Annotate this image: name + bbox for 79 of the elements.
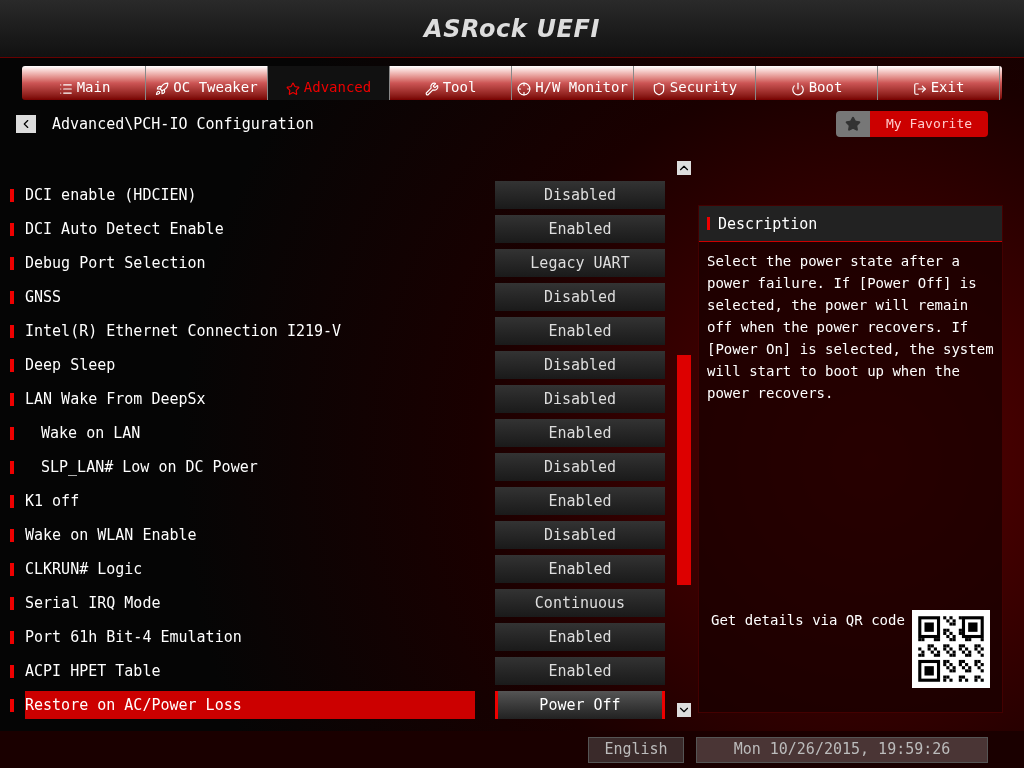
scrollbar[interactable] <box>677 161 693 718</box>
row-marker <box>10 426 14 440</box>
row-marker <box>10 324 14 338</box>
row-marker <box>10 562 14 576</box>
row-marker <box>10 596 14 610</box>
row-marker <box>707 217 710 231</box>
setting-label[interactable]: DCI enable (HDCIEN) <box>25 181 475 210</box>
setting-label[interactable]: K1 off <box>25 487 475 516</box>
row-marker <box>10 256 14 270</box>
setting-label[interactable]: Serial IRQ Mode <box>25 589 475 618</box>
setting-value[interactable]: Disabled <box>495 351 665 380</box>
setting-value[interactable]: Enabled <box>495 623 665 652</box>
setting-label[interactable]: Restore on AC/Power Loss <box>25 691 475 720</box>
row-marker <box>10 222 14 236</box>
scroll-down-icon[interactable] <box>677 703 691 718</box>
setting-label[interactable]: Wake on WLAN Enable <box>25 521 475 550</box>
favorite-star-button[interactable] <box>836 111 870 137</box>
row-marker <box>10 358 14 372</box>
crosshair-icon <box>517 82 532 96</box>
setting-value[interactable]: Disabled <box>495 283 665 312</box>
tab[interactable]: Exit <box>878 66 1000 100</box>
tab[interactable]: Advanced <box>268 66 390 100</box>
row-marker <box>10 698 14 712</box>
tab[interactable]: Tool <box>390 66 512 100</box>
setting-label[interactable]: DCI Auto Detect Enable <box>25 215 475 244</box>
list-icon <box>58 82 73 96</box>
setting-label[interactable]: ACPI HPET Table <box>25 657 475 686</box>
setting-value[interactable]: Continuous <box>495 589 665 618</box>
exit-door-icon <box>912 82 927 96</box>
shield-icon <box>651 82 666 96</box>
row-marker <box>10 188 14 202</box>
star-icon <box>285 82 300 96</box>
row-marker <box>10 460 14 474</box>
row-marker <box>10 528 14 542</box>
tab[interactable]: H/W Monitor <box>512 66 634 100</box>
setting-label[interactable]: CLKRUN# Logic <box>25 555 475 584</box>
tab[interactable]: Boot <box>756 66 878 100</box>
setting-label[interactable]: Port 61h Bit-4 Emulation <box>25 623 475 652</box>
star-icon <box>845 116 861 132</box>
setting-value[interactable]: Enabled <box>495 317 665 346</box>
setting-label[interactable]: GNSS <box>25 283 475 312</box>
setting-value[interactable]: Enabled <box>495 487 665 516</box>
row-marker <box>10 630 14 644</box>
setting-label[interactable]: LAN Wake From DeepSx <box>25 385 475 414</box>
row-marker <box>10 494 14 508</box>
logo: ASRock UEFI <box>424 13 600 45</box>
wrench-icon <box>424 82 439 96</box>
tab[interactable]: Security <box>634 66 756 100</box>
setting-value[interactable]: Enabled <box>495 657 665 686</box>
qr-label: Get details via QR code <box>711 611 905 631</box>
power-icon <box>790 82 805 96</box>
setting-label[interactable]: SLP_LAN# Low on DC Power <box>25 453 475 482</box>
row-marker <box>10 392 14 406</box>
description-title: Description <box>718 213 818 235</box>
setting-value[interactable]: Enabled <box>495 419 665 448</box>
description-text: Select the power state after a power failure. If [Power Off] is selected, the power will remain off when the power recovers. If [Power On] is selected, the system will start to boot up when the power recovers. <box>706 252 995 404</box>
setting-label[interactable]: Wake on LAN <box>25 419 475 448</box>
row-marker <box>10 290 14 304</box>
setting-value[interactable]: Disabled <box>495 181 665 210</box>
setting-value[interactable]: Disabled <box>495 453 665 482</box>
setting-value[interactable]: Power Off <box>495 691 665 720</box>
back-button[interactable] <box>16 115 36 133</box>
row-marker <box>10 664 14 678</box>
rocket-icon <box>155 82 170 96</box>
setting-value[interactable]: Legacy UART <box>495 249 665 278</box>
setting-label[interactable]: Debug Port Selection <box>25 249 475 278</box>
breadcrumb: Advanced\PCH-IO Configuration <box>52 113 314 135</box>
date-time: Mon 10/26/2015, 19:59:26 <box>696 736 988 763</box>
scroll-thumb[interactable] <box>677 355 691 586</box>
setting-value[interactable]: Enabled <box>495 215 665 244</box>
tab[interactable]: Main <box>24 66 146 100</box>
setting-value[interactable]: Enabled <box>495 555 665 584</box>
setting-label[interactable]: Deep Sleep <box>25 351 475 380</box>
setting-value[interactable]: Disabled <box>495 385 665 414</box>
scroll-up-icon[interactable] <box>677 161 691 176</box>
language-button[interactable]: English <box>588 736 684 763</box>
my-favorite-button[interactable]: My Favorite <box>870 111 988 137</box>
setting-value[interactable]: Disabled <box>495 521 665 550</box>
setting-label[interactable]: Intel(R) Ethernet Connection I219-V <box>25 317 475 346</box>
